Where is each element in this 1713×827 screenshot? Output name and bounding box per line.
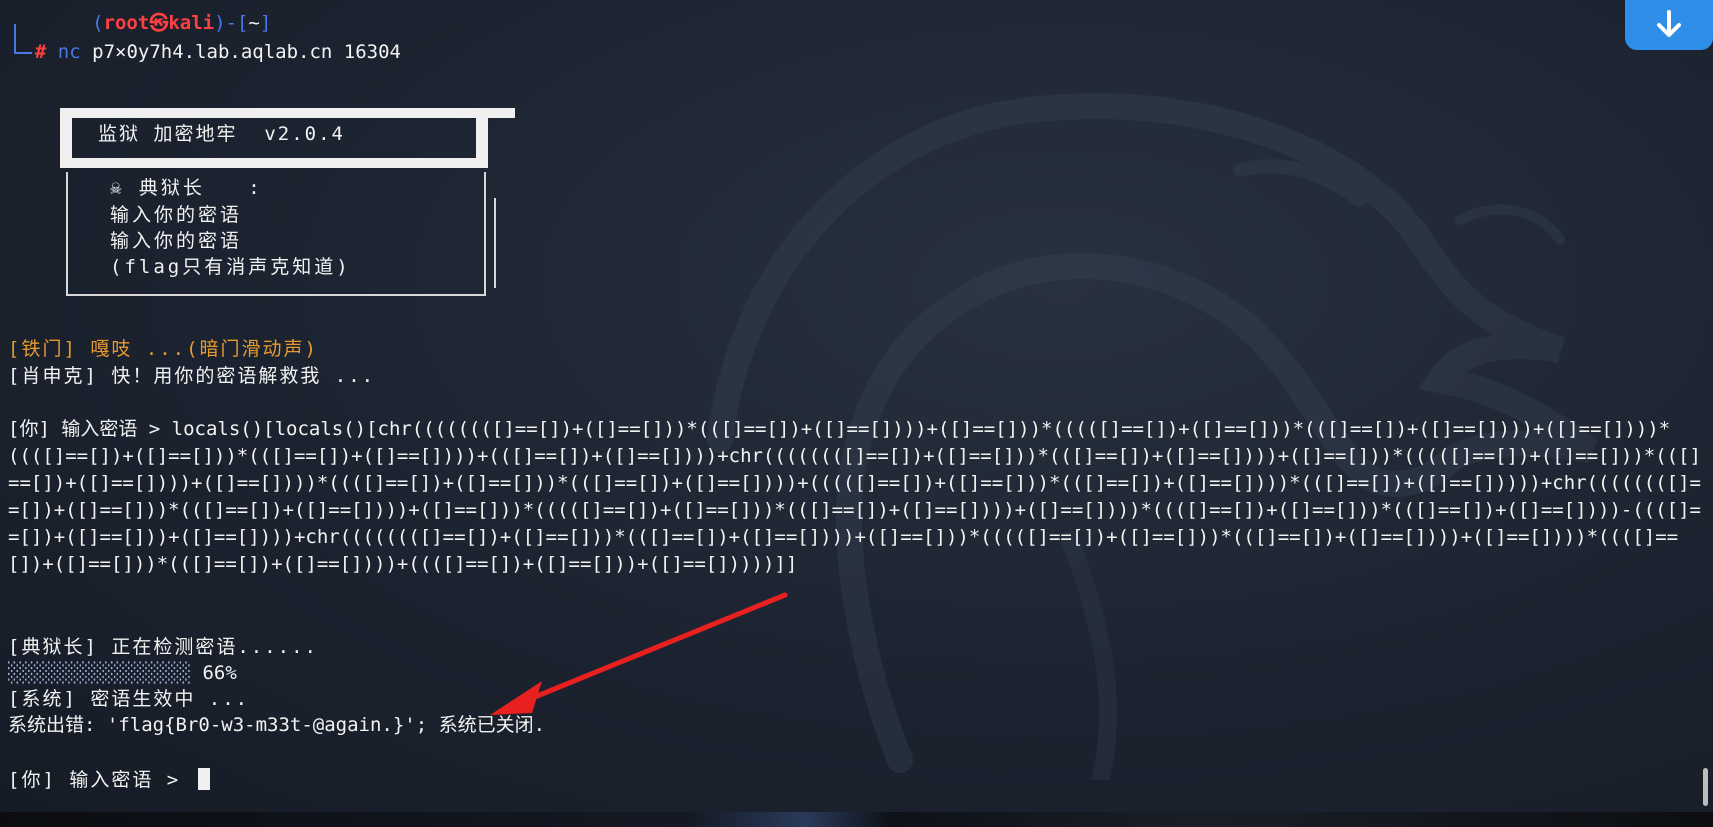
progress-bar: ░░░░░░░░░░░░░░░░ — [8, 662, 192, 684]
text-cursor[interactable] — [197, 768, 210, 790]
command-line: # nc p7×0y7h4.lab.aqlab.cn 16304 — [12, 39, 401, 65]
banner-line: 输入你的密语 — [110, 204, 243, 226]
flag-text: 'flag{Br0-w3-m33t-@again.}' — [106, 714, 416, 736]
taskbar-strip — [0, 812, 1713, 827]
prompt-cwd: ~ — [248, 12, 260, 34]
terminal-window[interactable]: ┌──((root㉿kali)-[~] # nc p7×0y7h4.lab.aq… — [0, 0, 1713, 812]
download-button[interactable] — [1625, 0, 1713, 50]
prompt-mid: )-[ — [214, 12, 249, 34]
prompt-user: root — [103, 12, 150, 34]
banner-line: 输入你的密语 — [110, 230, 243, 252]
checking-line: [典狱长] 正在检测密语...... — [8, 636, 318, 658]
submitted-payload: [你] 输入密语 > locals()[locals()[chr((((((([… — [8, 416, 1703, 578]
input-prompt: [你] 输入密语 > — [8, 418, 172, 440]
banner-title: 监狱 加密地牢 v2.0.4 — [98, 123, 345, 145]
download-arrow-icon — [1657, 10, 1681, 37]
prompt-close: ] — [259, 12, 272, 34]
prompt-host: kali — [168, 12, 215, 34]
active-input-line[interactable]: [你] 输入密语 > — [8, 767, 210, 793]
shawshank-line: [肖申克] 快！用你的密语解救我 ... — [8, 365, 376, 387]
prompt-at: ㉿ — [149, 12, 169, 34]
progress-percent: 66% — [202, 662, 237, 684]
final-prompt-label: [你] 输入密语 > — [8, 769, 194, 791]
prompt-paren: ( — [92, 12, 104, 34]
prompt-header: ┌──((root㉿kali)-[~] — [12, 10, 271, 36]
banner-warden-line: ☠ 典狱长 : — [110, 177, 263, 199]
error-prefix: 系统出错: — [8, 714, 107, 736]
red-arrow-annotation — [490, 592, 788, 715]
banner-right-border — [494, 198, 496, 288]
progress-line: ░░░░░░░░░░░░░░░░ 66% — [8, 660, 237, 686]
command-name: nc — [57, 41, 81, 63]
scrollbar[interactable] — [1700, 0, 1713, 812]
scrollbar-thumb[interactable] — [1703, 768, 1708, 806]
root-hash: # — [34, 41, 47, 63]
banner-line: (flag只有消声克知道) — [110, 256, 351, 278]
system-effect-line: [系统] 密语生效中 ... — [8, 688, 250, 710]
iron-door-line: [铁门] 嘎吱 ...(暗门滑动声) — [8, 338, 318, 360]
payload-text: locals()[locals()[chr((((((([]==[])+([]=… — [8, 418, 1701, 575]
banner-top-border — [60, 108, 515, 118]
error-line: 系统出错: 'flag{Br0-w3-m33t-@again.}'; 系统已关闭… — [8, 712, 545, 738]
command-args: p7×0y7h4.lab.aqlab.cn 16304 — [80, 41, 401, 63]
